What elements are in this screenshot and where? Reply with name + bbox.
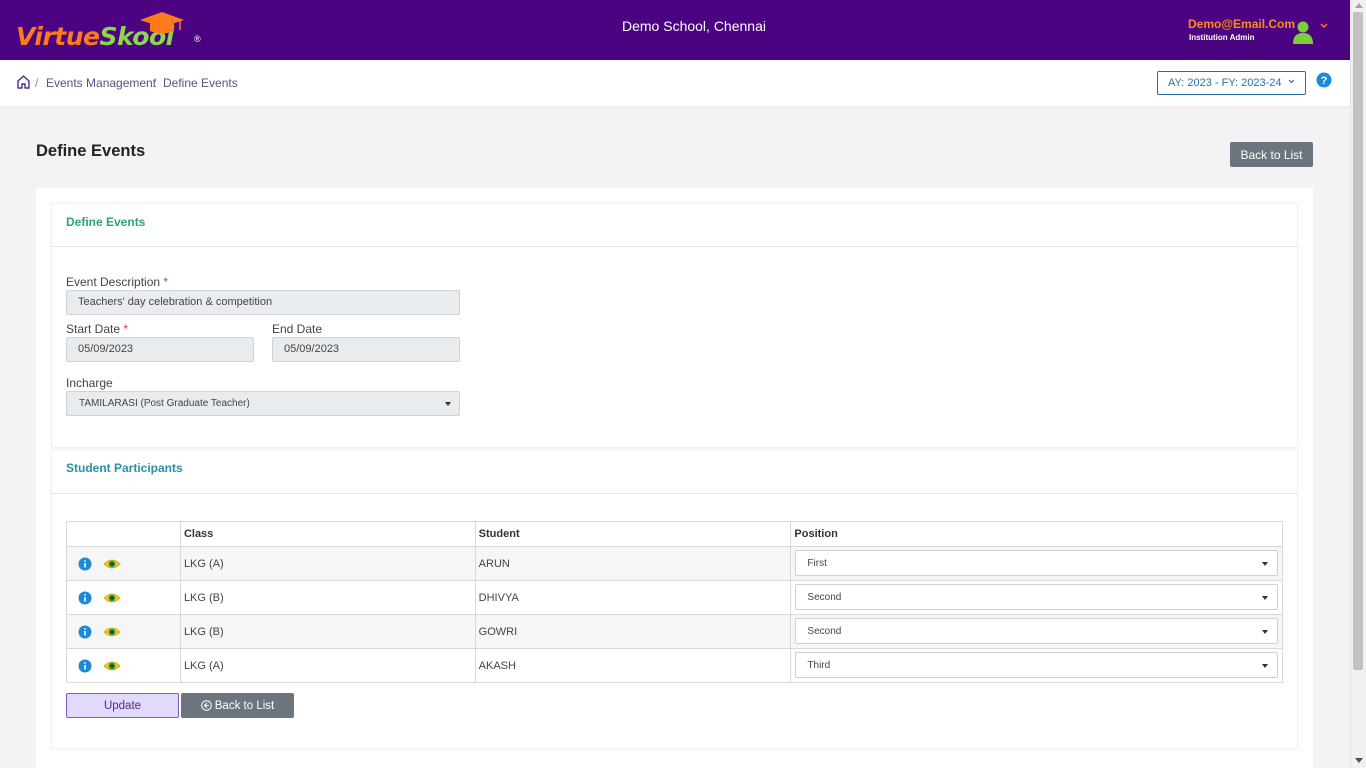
event-description-input[interactable]: Teachers' day celebration & competition bbox=[66, 290, 460, 315]
table-row: LKG (B) DHIVYA Second bbox=[66, 580, 1283, 615]
row-actions bbox=[66, 614, 181, 649]
cell-student: GOWRI bbox=[474, 614, 792, 649]
info-icon[interactable] bbox=[78, 557, 92, 571]
incharge-value: TAMILARASI (Post Graduate Teacher) bbox=[79, 398, 250, 409]
dropdown-caret-icon bbox=[445, 402, 451, 406]
section-title-define-events: Define Events bbox=[66, 215, 146, 229]
academic-year-select[interactable]: AY: 2023 - FY: 2023-24 bbox=[1157, 71, 1306, 95]
cell-class: LKG (B) bbox=[179, 580, 476, 615]
position-select[interactable]: Second bbox=[795, 584, 1279, 610]
info-icon[interactable] bbox=[78, 659, 92, 673]
table-row: LKG (A) AKASH Third bbox=[66, 648, 1283, 683]
chevron-down-icon bbox=[1288, 79, 1295, 84]
breadcrumb-separator: / bbox=[153, 76, 157, 90]
column-header-class: Class bbox=[179, 521, 476, 547]
end-date-label: End Date bbox=[272, 322, 323, 336]
help-icon[interactable]: ? bbox=[1316, 72, 1332, 88]
back-to-list-bottom-button[interactable]: Back to List bbox=[181, 693, 294, 718]
column-header-actions bbox=[66, 521, 181, 547]
back-to-list-label: Back to List bbox=[214, 699, 275, 712]
table-row: LKG (A) ARUN First bbox=[66, 546, 1283, 581]
eye-icon[interactable] bbox=[103, 626, 121, 638]
section-divider bbox=[51, 246, 1298, 247]
breadcrumb-define-events: Define Events bbox=[163, 76, 238, 90]
breadcrumb-events-management[interactable]: Events Management bbox=[46, 76, 156, 90]
cell-student: DHIVYA bbox=[474, 580, 792, 615]
table-header-row: Class Student Position bbox=[66, 521, 1283, 547]
info-icon[interactable] bbox=[78, 591, 92, 605]
cell-position: Third bbox=[790, 648, 1283, 683]
eye-icon[interactable] bbox=[103, 660, 121, 672]
cell-position: Second bbox=[790, 614, 1283, 649]
scroll-thumb[interactable] bbox=[1353, 12, 1363, 670]
page-title: Define Events bbox=[36, 142, 146, 160]
participants-table: Class Student Position LKG (A) ARUN Firs… bbox=[66, 521, 1283, 683]
position-select[interactable]: Third bbox=[795, 652, 1279, 678]
breadcrumb-separator: / bbox=[35, 76, 39, 90]
info-icon[interactable] bbox=[78, 625, 92, 639]
scroll-up-arrow[interactable] bbox=[1355, 3, 1363, 8]
dropdown-caret-icon bbox=[1262, 562, 1269, 566]
eye-icon[interactable] bbox=[103, 592, 121, 604]
home-icon[interactable] bbox=[17, 75, 30, 89]
top-navbar: VirtueSkool ® Demo School, Chennai Demo@… bbox=[0, 0, 1350, 60]
event-description-label: Event Description * bbox=[66, 275, 169, 289]
dropdown-caret-icon bbox=[1262, 664, 1269, 668]
scroll-down-arrow[interactable] bbox=[1355, 758, 1363, 763]
column-header-position: Position bbox=[790, 521, 1283, 547]
start-date-label: Start Date * bbox=[66, 322, 129, 336]
end-date-input[interactable]: 05/09/2023 bbox=[272, 337, 460, 362]
cell-class: LKG (A) bbox=[179, 546, 476, 581]
start-date-input[interactable]: 05/09/2023 bbox=[66, 337, 254, 362]
cell-class: LKG (B) bbox=[179, 614, 476, 649]
section-title-student-participants: Student Participants bbox=[66, 461, 183, 475]
table-row: LKG (B) GOWRI Second bbox=[66, 614, 1283, 649]
dropdown-caret-icon bbox=[1262, 630, 1269, 634]
row-actions bbox=[66, 546, 181, 581]
svg-text:?: ? bbox=[1321, 75, 1328, 87]
school-name: Demo School, Chennai bbox=[622, 18, 766, 34]
back-circle-icon bbox=[200, 699, 212, 711]
position-select[interactable]: Second bbox=[795, 618, 1279, 644]
chevron-down-icon[interactable] bbox=[1320, 23, 1328, 29]
back-to-list-button[interactable]: Back to List bbox=[1230, 142, 1313, 167]
user-role: Institution Admin bbox=[1189, 33, 1255, 42]
row-actions bbox=[66, 648, 181, 683]
user-email[interactable]: Demo@Email.Com bbox=[1188, 17, 1295, 31]
page-scrollbar[interactable] bbox=[1350, 0, 1366, 768]
user-avatar-icon[interactable] bbox=[1292, 20, 1314, 44]
column-header-student: Student bbox=[474, 521, 792, 547]
cell-student: ARUN bbox=[474, 546, 792, 581]
dropdown-caret-icon bbox=[1262, 596, 1269, 600]
eye-icon[interactable] bbox=[103, 558, 121, 570]
incharge-select[interactable]: TAMILARASI (Post Graduate Teacher) bbox=[66, 391, 460, 416]
update-button[interactable]: Update bbox=[66, 693, 179, 718]
cell-student: AKASH bbox=[474, 648, 792, 683]
academic-year-value: AY: 2023 - FY: 2023-24 bbox=[1168, 77, 1282, 89]
position-select[interactable]: First bbox=[795, 550, 1279, 576]
cell-class: LKG (A) bbox=[179, 648, 476, 683]
breadcrumb-bar: / Events Management / Define Events AY: … bbox=[0, 60, 1350, 106]
cell-position: Second bbox=[790, 580, 1283, 615]
row-actions bbox=[66, 580, 181, 615]
section-divider bbox=[51, 493, 1298, 494]
registered-mark: ® bbox=[194, 34, 201, 44]
cell-position: First bbox=[790, 546, 1283, 581]
incharge-label: Incharge bbox=[66, 376, 113, 390]
